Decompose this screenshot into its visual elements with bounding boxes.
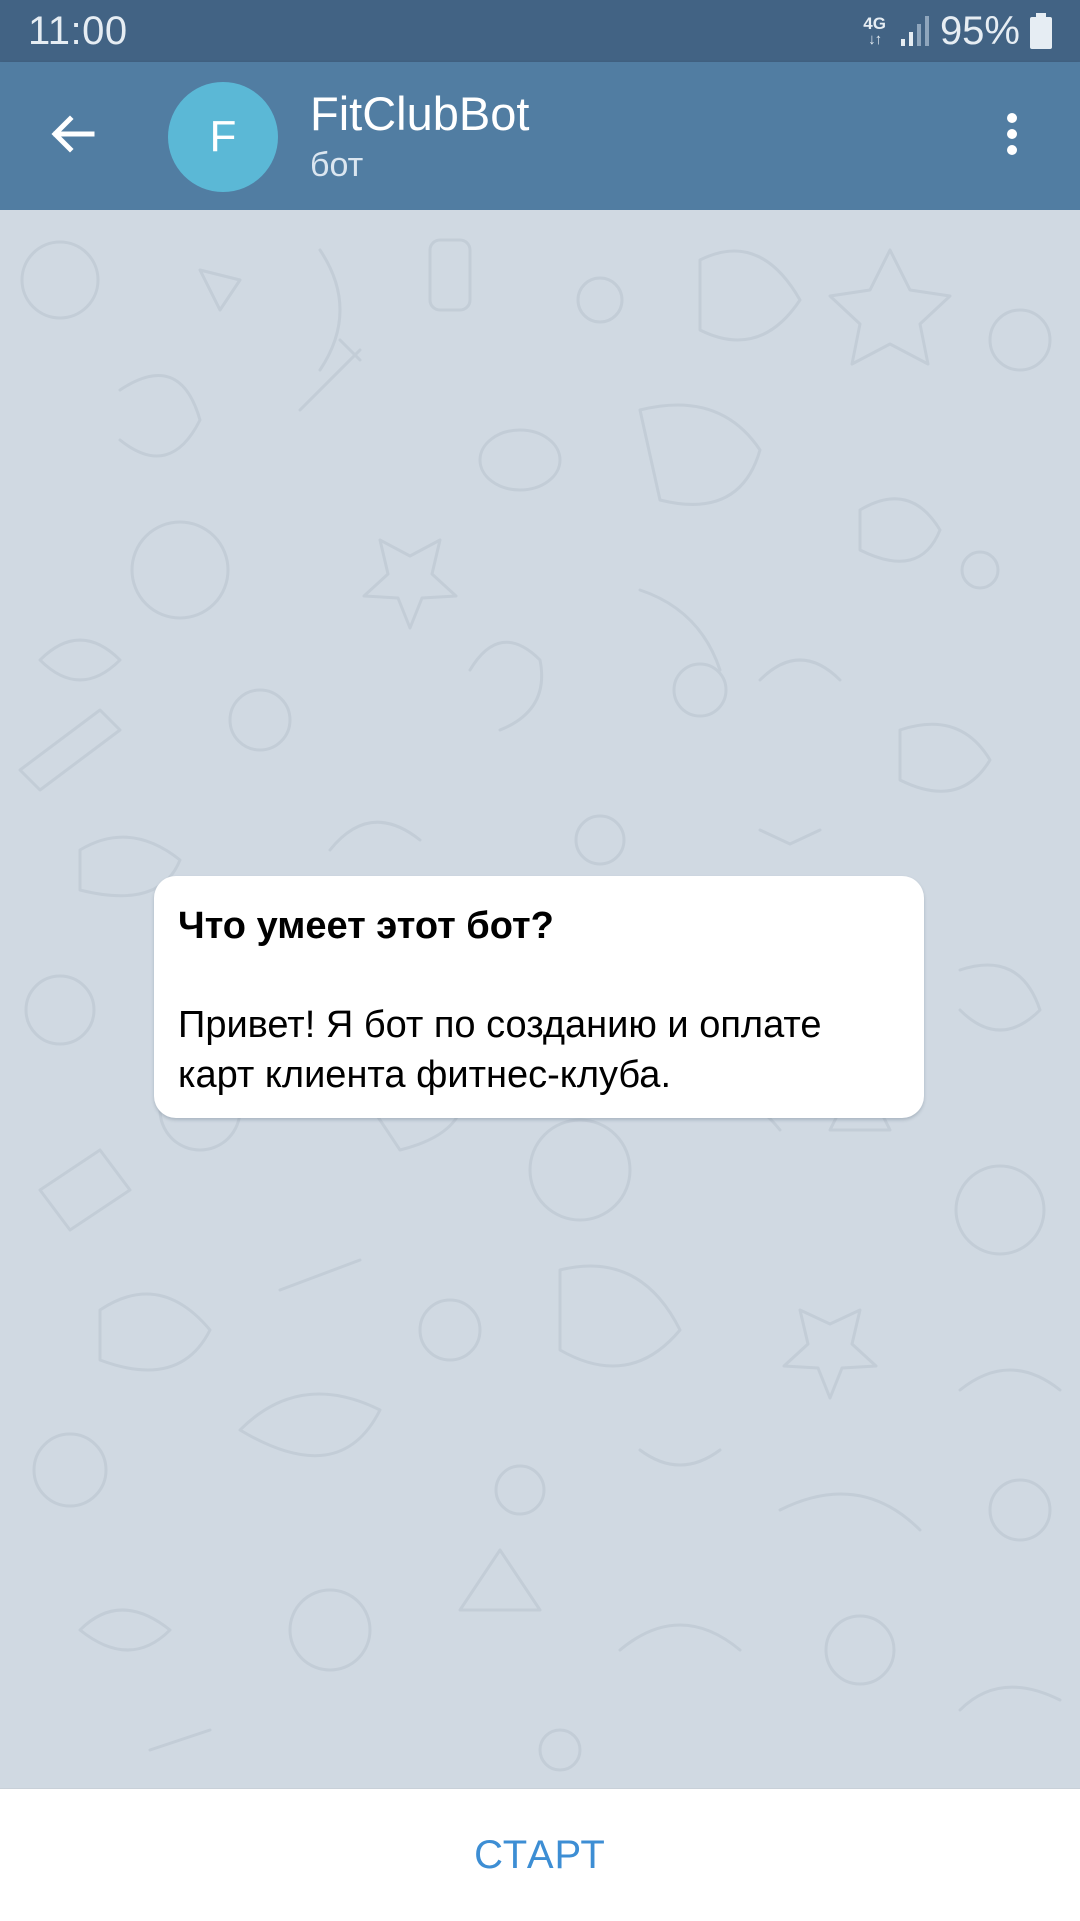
arrow-left-icon	[48, 110, 96, 163]
network-type-label: 4G	[863, 14, 886, 33]
status-icons: 4G ↓↑ 95%	[863, 9, 1052, 54]
signal-icon	[900, 15, 930, 47]
chat-subtitle: бот	[310, 146, 364, 184]
more-options-button[interactable]	[974, 98, 1050, 174]
status-bar: 11:00 4G ↓↑ 95%	[0, 0, 1080, 62]
battery-icon	[1030, 13, 1052, 49]
network-activity-arrows: ↓↑	[868, 31, 882, 48]
bottom-bar: СТАРТ	[0, 1788, 1080, 1921]
chat-title[interactable]: FitClubBot	[310, 86, 529, 141]
chat-header: F FitClubBot бот	[0, 62, 1080, 210]
status-time: 11:00	[28, 8, 128, 53]
bot-info-description: Привет! Я бот по созданию и оплате карт …	[178, 1004, 822, 1096]
avatar[interactable]: F	[168, 82, 278, 192]
bot-info-title: Что умеет этот бот?	[178, 905, 554, 947]
network-type-indicator: 4G ↓↑	[863, 15, 886, 47]
more-vertical-icon	[1004, 110, 1020, 163]
chat-area: Что умеет этот бот? Привет! Я бот по соз…	[0, 210, 1080, 1788]
avatar-letter: F	[209, 112, 237, 161]
back-button[interactable]	[34, 98, 110, 174]
start-button[interactable]: СТАРТ	[414, 1813, 666, 1898]
bot-info-card: Что умеет этот бот? Привет! Я бот по соз…	[154, 876, 924, 1118]
battery-percent: 95%	[939, 8, 1020, 53]
